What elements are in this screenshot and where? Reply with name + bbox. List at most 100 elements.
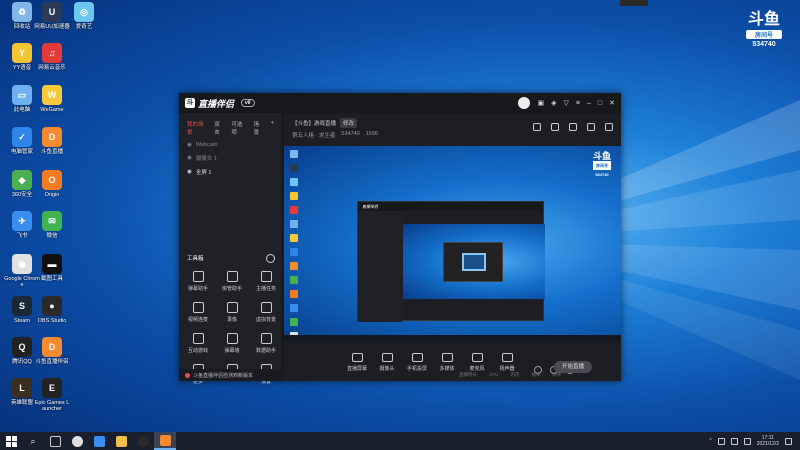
menu-icon[interactable]: ≡: [576, 100, 580, 107]
desktop-app-icon: Q: [12, 337, 32, 357]
room-subtitle[interactable]: 第五人格 · 求生者: [292, 131, 335, 139]
preview-room-label: 房间号: [592, 161, 611, 170]
tool-button[interactable]: 录像: [215, 302, 249, 323]
add-scene-icon[interactable]: +: [271, 120, 274, 136]
scene-name: Webcam: [195, 142, 218, 148]
lock-icon[interactable]: [551, 123, 559, 131]
scene-tab[interactable]: 我的场景: [187, 120, 207, 136]
scene-item[interactable]: ◉ 摄像头 1: [179, 151, 282, 165]
message-icon[interactable]: ▣: [537, 99, 544, 107]
tool-icon: [192, 333, 204, 344]
obs-taskbar-icon[interactable]: [132, 432, 154, 450]
source-icon: [351, 353, 363, 362]
douyu-room-badge: 斗鱼 房间号 534740: [738, 12, 790, 48]
desktop-app-icon: Y: [12, 43, 32, 63]
desktop-app-icon: D: [42, 337, 62, 357]
desktop-icon[interactable]: ▬ 截图工具: [34, 254, 70, 282]
scene-panel: 我的场景 双击 可选项 场景 + ◉ Webcam ◉ 摄像头 1 ◉ 全屏 1 工具箱 弹幕助手…: [179, 113, 283, 385]
tool-button[interactable]: 房管助手: [215, 271, 249, 292]
source-icon: [471, 353, 483, 362]
explorer-taskbar-icon[interactable]: [110, 432, 132, 450]
preview-desktop-icons: [288, 150, 312, 342]
scene-tab[interactable]: 可选项: [231, 120, 246, 136]
live-panel: 【斗鱼】游戏直播 修改 第五人格 · 求生者 534740 1596 斗鱼 房间…: [284, 113, 621, 381]
notification-icon[interactable]: [785, 437, 792, 445]
tool-button[interactable]: 数据助手: [249, 333, 283, 354]
desktop-icon-label: 截图工具: [40, 276, 63, 282]
notice-icon[interactable]: ▽: [564, 99, 569, 107]
desktop-app-icon: ◎: [74, 2, 94, 22]
toolbox-settings-icon[interactable]: [266, 254, 275, 263]
desktop-icon[interactable]: U 网易UU加速器: [34, 2, 70, 30]
tray-ime-icon[interactable]: [743, 437, 751, 445]
tray-arrow-icon[interactable]: ^: [709, 438, 711, 444]
clock[interactable]: 17:11 2021/12/2: [757, 435, 779, 447]
search-icon[interactable]: ⌕: [22, 432, 44, 450]
link-icon[interactable]: [605, 123, 613, 131]
feishu-taskbar-icon[interactable]: [88, 432, 110, 450]
desktop-app-icon: ▬: [42, 254, 62, 274]
desktop-icon[interactable]: O Origin: [34, 170, 70, 198]
tool-label: 弹幕墙: [224, 348, 240, 354]
close-icon[interactable]: ✕: [609, 99, 615, 107]
start-button[interactable]: [0, 432, 22, 450]
minimize-icon[interactable]: –: [587, 100, 591, 107]
gift-icon[interactable]: [533, 123, 541, 131]
desktop-icon[interactable]: E Epic Games Launcher: [34, 378, 70, 412]
share-icon[interactable]: [569, 123, 577, 131]
desktop-icon[interactable]: W WeGame: [34, 85, 70, 113]
source-icon: [411, 353, 423, 362]
tool-icon: [226, 271, 238, 282]
tool-button[interactable]: 视频连麦: [181, 302, 215, 323]
tray-network-icon[interactable]: [717, 437, 725, 445]
tool-label: 主播任务: [255, 286, 276, 292]
room-category: 【斗鱼】游戏直播: [292, 121, 337, 127]
recursive-inner-frame: [462, 253, 486, 271]
tool-button[interactable]: 虚拟背景: [249, 302, 283, 323]
tool-button[interactable]: 主播任务: [249, 271, 283, 292]
tool-button[interactable]: 互动游戏: [181, 333, 215, 354]
status-item: 直播时长: [459, 371, 477, 377]
eye-icon[interactable]: ◉: [187, 142, 192, 148]
eye-icon[interactable]: ◉: [187, 155, 192, 161]
version-badge[interactable]: v6: [241, 99, 255, 107]
avatar[interactable]: [518, 97, 531, 109]
eye-icon[interactable]: ◉: [187, 169, 192, 175]
desktop-icon[interactable]: ◎ 爱奇艺: [66, 2, 102, 30]
preview-taskbar: [284, 335, 621, 342]
scene-tab[interactable]: 场景: [254, 120, 264, 136]
scene-tab[interactable]: 双击: [214, 120, 224, 136]
desktop-icon[interactable]: ♫ 网易云音乐: [34, 43, 70, 71]
scene-item[interactable]: ◉ Webcam: [179, 139, 282, 151]
desktop-icon[interactable]: D 斗鱼直播伴侣: [34, 337, 70, 365]
tool-icon: [260, 302, 272, 313]
maximize-icon[interactable]: □: [598, 100, 602, 107]
follower-count: 534740: [341, 131, 360, 137]
window-corner-controls[interactable]: [620, 0, 648, 6]
tool-button[interactable]: 弹幕墙: [215, 333, 249, 354]
bell-icon[interactable]: [587, 123, 595, 131]
douyu-taskbar-icon[interactable]: [154, 432, 176, 450]
preview-desktop-icon: [290, 150, 298, 158]
update-notice[interactable]: 斗鱼直播伴侣检测到新版本: [179, 369, 283, 381]
desktop-app-icon: ✈: [12, 211, 32, 231]
tool-button[interactable]: 弹幕助手: [181, 271, 215, 292]
task-view-icon[interactable]: [44, 432, 66, 450]
desktop-icon-label: 斗鱼直播: [40, 149, 63, 155]
chrome-taskbar-icon[interactable]: [66, 432, 88, 450]
preview-brand: 斗鱼 房间号 534740: [592, 152, 611, 179]
edit-room-button[interactable]: 修改: [340, 118, 358, 128]
hot-count: 1596: [365, 131, 378, 137]
tray-volume-icon[interactable]: [730, 437, 738, 445]
scene-item[interactable]: ◉ 全屏 1: [179, 165, 282, 179]
status-item: 帧率: [531, 371, 541, 377]
skin-icon[interactable]: ◈: [551, 99, 556, 107]
update-notice-text: 斗鱼直播伴侣检测到新版本: [193, 372, 254, 379]
desktop-app-icon: L: [12, 378, 32, 398]
stream-preview[interactable]: 斗鱼 房间号 534740 直播伴侣: [284, 146, 621, 342]
desktop-icon[interactable]: ✉ 微信: [34, 211, 70, 239]
desktop-icon[interactable]: ● OBS Studio: [34, 296, 70, 324]
app-logo: 斗 直播伴侣 v6: [185, 97, 255, 110]
scene-tabs: 我的场景 双击 可选项 场景 +: [179, 113, 282, 139]
desktop-icon[interactable]: D 斗鱼直播: [34, 127, 70, 155]
